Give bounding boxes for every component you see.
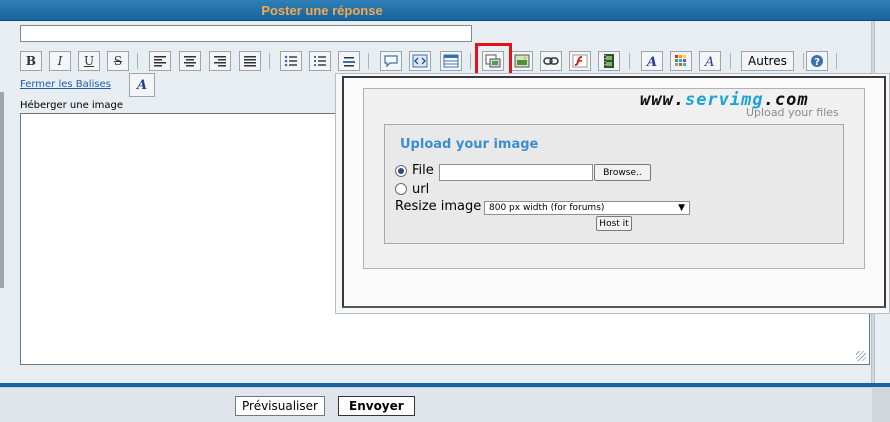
align-left-icon [154,56,166,67]
toolbar-divider [137,53,138,69]
svg-text:?: ? [814,57,820,68]
subject-input[interactable] [20,25,472,42]
resize-label: Resize image [395,199,482,214]
send-button[interactable]: Envoyer [338,396,415,416]
toolbar-divider [629,53,630,69]
host-image-label: Héberger une image [20,100,124,111]
italic-button[interactable]: I [49,51,71,71]
insert-image-button[interactable] [511,51,533,71]
toolbar-divider [269,53,270,69]
code-button[interactable] [409,51,431,71]
table-icon [443,54,459,68]
font-size-button[interactable]: A [641,51,663,71]
page-title: Poster une réponse [261,3,383,18]
svg-text:A: A [704,55,714,68]
help-icon: ? [811,55,823,68]
film-icon [604,54,614,68]
color-button[interactable] [670,51,692,71]
link-icon [543,57,559,65]
resize-grip-icon[interactable] [856,351,866,361]
code-icon [412,54,428,68]
bold-icon: B [25,54,37,68]
bullet-list-icon [284,55,297,67]
align-right-icon [214,56,226,67]
font-icon: A [704,55,714,68]
table-button[interactable] [440,51,462,71]
left-border [0,92,4,288]
align-center-icon [184,56,196,67]
underline-button[interactable]: U [78,51,100,71]
numbered-list-button[interactable] [309,51,331,71]
horizontal-rule-button[interactable] [338,51,360,71]
more-button[interactable]: Autres [741,51,794,71]
quote-icon [384,55,398,68]
flash-icon [572,54,588,68]
resize-select-value: 800 px width (for forums) [489,203,605,213]
toolbar-divider [803,53,804,69]
host-image-highlight [475,43,512,77]
header-bar: Poster une réponse [0,0,890,21]
align-right-button[interactable] [209,51,231,71]
preview-button[interactable]: Prévisualiser [235,396,325,416]
footer-bar [0,387,872,422]
justify-icon [244,56,256,67]
upload-title: Upload your image [400,137,539,152]
align-center-button[interactable] [179,51,201,71]
toolbar-divider [470,53,471,69]
file-radio-label: File [412,163,434,178]
video-button[interactable] [598,51,620,71]
bullet-list-button[interactable] [280,51,302,71]
align-left-button[interactable] [149,51,171,71]
file-radio[interactable] [395,165,407,177]
file-path-input[interactable] [439,164,593,181]
link-button[interactable] [540,51,562,71]
numbered-list-icon [314,56,326,66]
flash-button[interactable] [569,51,591,71]
quote-button[interactable] [380,51,402,71]
italic-icon: I [57,54,63,68]
url-radio-label: url [412,182,430,197]
font-icon: A [136,77,148,93]
font-size-icon: A [645,55,657,68]
font-style-extra-button[interactable]: A [129,73,155,97]
help-button[interactable]: ? [806,51,828,71]
servimg-tagline: Upload your files [746,106,839,119]
strike-button[interactable]: S [107,51,129,71]
host-it-button[interactable]: Host it [596,216,632,231]
chevron-down-icon: ▼ [678,203,685,213]
toolbar-divider [730,53,731,69]
image-icon [514,54,530,68]
toolbar-divider [368,53,369,69]
url-radio[interactable] [395,183,407,195]
horizontal-rule-icon [343,57,355,67]
color-palette-icon [675,55,686,66]
toolbar-divider [836,53,837,69]
justify-button[interactable] [239,51,261,71]
font-style-button[interactable]: A [699,51,721,71]
bold-button[interactable]: B [20,51,42,71]
strikethrough-icon: S [113,54,123,68]
close-tags-link[interactable]: Fermer les Balises [20,79,111,90]
underline-icon: U [83,54,95,68]
browse-button[interactable]: Browse.. [594,164,651,181]
editor-toolbar: B I U S A A Autres ? [18,49,870,73]
resize-select[interactable]: 800 px width (for forums) ▼ [484,201,690,215]
svg-text:A: A [645,55,657,68]
